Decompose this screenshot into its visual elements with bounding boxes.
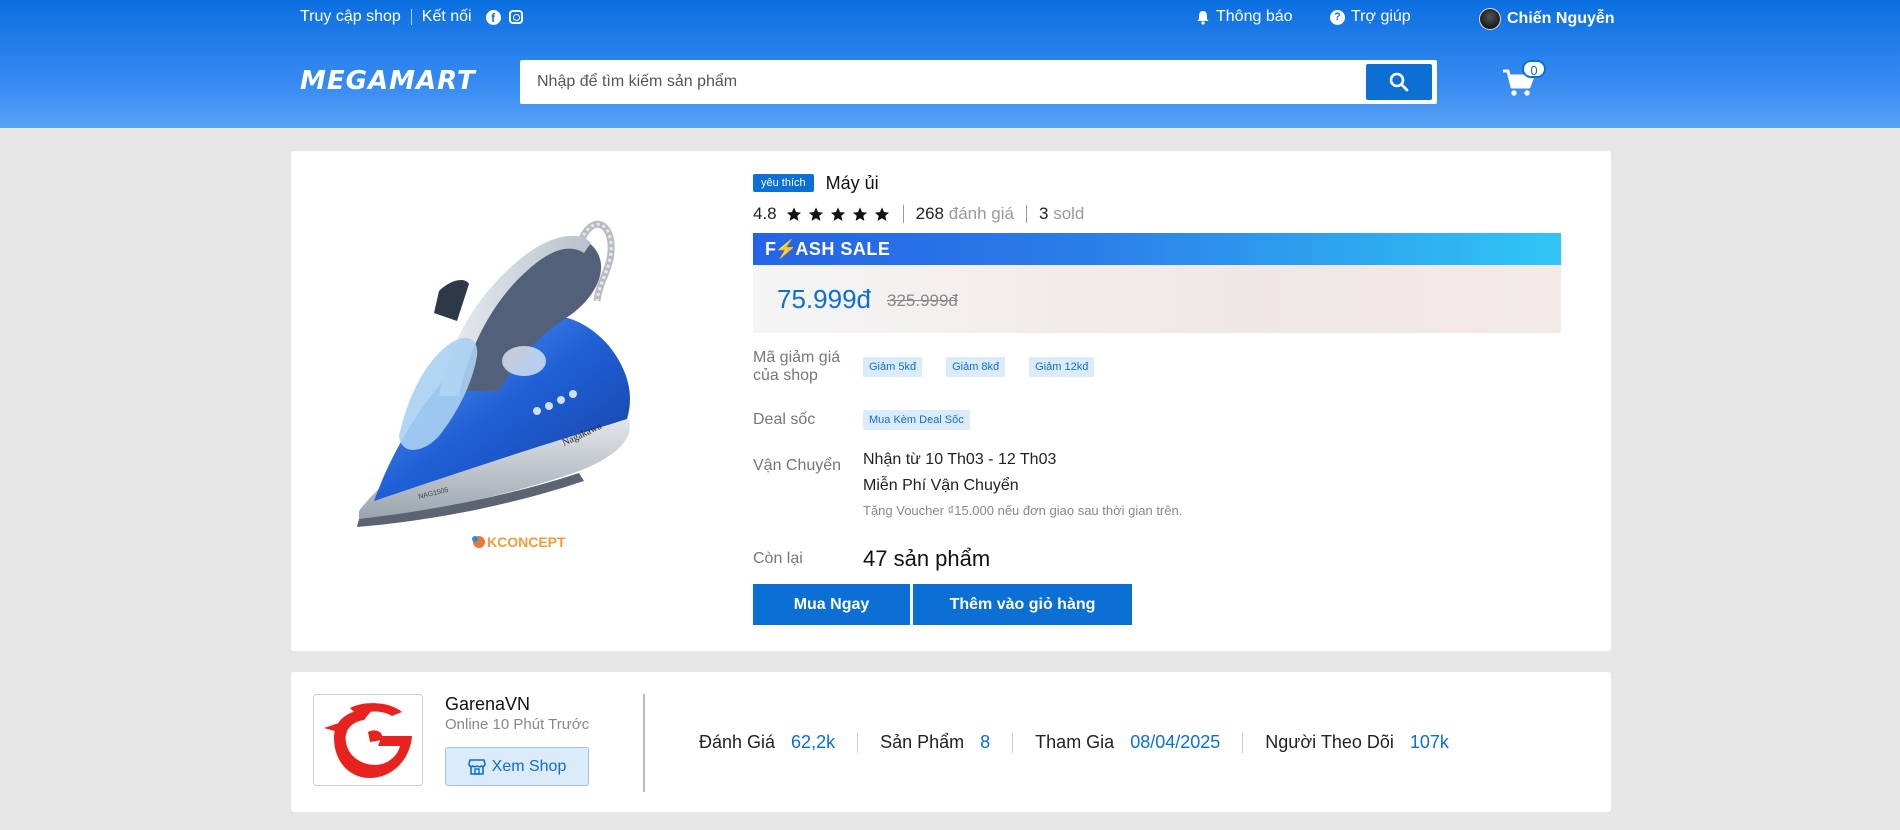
flash-sale-banner: F⚡ASH SALE — [753, 233, 1561, 265]
notifications-label: Thông báo — [1216, 8, 1293, 25]
review-count: 268 — [915, 204, 945, 223]
search-button[interactable] — [1366, 64, 1432, 100]
stock-row: Còn lại 47 sản phẩm — [753, 546, 1561, 572]
shipping-date: Nhận từ 10 Th03 - 12 Th03 — [863, 451, 1057, 468]
original-price: 325.999đ — [886, 291, 958, 310]
review-label: đánh giá — [948, 204, 1014, 223]
search-bar — [520, 60, 1437, 104]
bell-icon — [1197, 10, 1209, 25]
store-icon — [467, 758, 486, 775]
header: Truy cập shop Kết nối f Thông báo ? Trợ … — [0, 0, 1900, 128]
topbar: Truy cập shop Kết nối f Thông báo ? Trợ … — [0, 0, 1900, 36]
image-watermark: KCONCEPT — [487, 534, 566, 550]
price-box: 75.999đ 325.999đ — [753, 265, 1561, 333]
divider — [1242, 732, 1244, 753]
voucher-chip[interactable]: Giảm 8kđ — [946, 357, 1006, 377]
help-label: Trợ giúp — [1351, 8, 1411, 25]
instagram-icon[interactable] — [508, 10, 523, 24]
shop-name[interactable]: GarenaVN — [445, 694, 530, 715]
view-shop-label: Xem Shop — [491, 757, 567, 775]
voucher-list: Giảm 5kđ Giảm 8kđ Giảm 12kđ — [863, 357, 1118, 377]
rating-value: 4.8 — [753, 204, 777, 223]
shop-vouchers-row: Mã giảm giá của shop Giảm 5kđ Giảm 8kđ Giả… — [753, 347, 1561, 387]
shop-stat-value: 08/04/2025 — [1130, 732, 1221, 752]
shipping-row: Vận Chuyển Nhận từ 10 Th03 - 12 Th03 Miễ… — [753, 451, 1561, 526]
shipping-note: Tặng Voucher ₫15.000 nếu đơn giao sau th… — [863, 503, 1183, 518]
divider — [410, 9, 412, 25]
favorite-badge: yêu thích — [753, 174, 814, 192]
star-icon — [830, 206, 845, 221]
buy-now-button[interactable]: Mua Ngay — [753, 584, 910, 625]
lightning-icon: ⚡ — [774, 238, 798, 259]
shop-stats: Đánh Giá 62,2k Sản Phẩm 8 Tham Gia 08/04/2025… — [699, 732, 1449, 753]
voucher-chip[interactable]: Giảm 5kđ — [863, 357, 923, 377]
username: Chiến Nguyễn — [1507, 10, 1615, 27]
cart-count-badge: 0 — [1522, 60, 1546, 78]
sold-label: sold — [1053, 204, 1085, 223]
sale-price: 75.999đ — [777, 283, 871, 314]
shop-card: GarenaVN Online 10 Phút Trước Xem Shop Đ… — [291, 672, 1611, 812]
logo[interactable]: MEGAMART — [300, 66, 476, 96]
search-icon — [1389, 72, 1409, 92]
sold-count: 3 — [1038, 204, 1049, 223]
facebook-icon[interactable]: f — [485, 9, 501, 25]
deal-chip[interactable]: Mua Kèm Deal Sốc — [863, 410, 970, 430]
voucher-label: Mã giảm giá của shop — [753, 349, 841, 384]
user-menu[interactable]: Chiến Nguyễn — [1479, 8, 1615, 30]
divider — [902, 205, 904, 223]
connect-label: Kết nối — [421, 8, 472, 25]
shop-stat-value: 107k — [1409, 732, 1449, 752]
shop-stat-label: Tham Gia — [1035, 732, 1115, 752]
divider — [857, 732, 859, 753]
shop-stat-value: 62,2k — [791, 732, 836, 752]
stock-label: Còn lại — [753, 550, 803, 567]
rating-row: 4.8 268 đánh giá 3 sold — [753, 203, 1561, 225]
shop-stat-label: Sản Phẩm — [880, 732, 965, 752]
star-icon — [852, 206, 867, 221]
divider — [1012, 732, 1014, 753]
product-image[interactable]: Nagakawa NAG1505 KCONCEPT — [329, 181, 709, 581]
product-info: yêu thích Máy ủi 4.8 268 đánh giá 3 sold… — [753, 171, 1561, 625]
divider — [643, 694, 645, 792]
help-icon: ? — [1330, 9, 1345, 25]
shipping-free: Miễn Phí Vận Chuyển — [863, 477, 1019, 494]
shop-stat-label: Người Theo Dõi — [1265, 732, 1394, 752]
flash-sale-label: F⚡ASH SALE — [765, 238, 891, 259]
product-card: Nagakawa NAG1505 KCONCEPT yêu thích Máy … — [291, 151, 1611, 651]
divider — [1025, 205, 1027, 223]
search-input[interactable] — [520, 60, 1360, 104]
shop-stat-value: 8 — [980, 732, 991, 752]
star-icon — [874, 206, 889, 221]
rating-stars — [785, 206, 891, 223]
shop-access-link[interactable]: Truy cập shop — [300, 8, 401, 26]
voucher-chip[interactable]: Giảm 12kđ — [1029, 357, 1095, 377]
product-title: Máy ủi — [825, 172, 879, 193]
view-shop-button[interactable]: Xem Shop — [445, 747, 589, 786]
shipping-label: Vận Chuyển — [753, 457, 842, 474]
deal-row: Deal sốc Mua Kèm Deal Sốc — [753, 407, 1561, 433]
garena-logo — [324, 703, 412, 778]
help-link[interactable]: ? Trợ giúp — [1330, 8, 1411, 26]
shop-status: Online 10 Phút Trước — [445, 716, 590, 733]
shop-logo[interactable] — [313, 694, 423, 786]
notifications-link[interactable]: Thông báo — [1196, 8, 1293, 26]
avatar — [1479, 8, 1501, 30]
stock-value: 47 sản phẩm — [863, 546, 991, 571]
shop-stat-label: Đánh Giá — [699, 732, 776, 752]
star-icon — [786, 206, 801, 221]
add-to-cart-button[interactable]: Thêm vào giỏ hàng — [913, 584, 1132, 625]
action-buttons: Mua Ngay Thêm vào giỏ hàng — [753, 584, 1561, 625]
star-icon — [808, 206, 823, 221]
deal-label: Deal sốc — [753, 411, 816, 428]
